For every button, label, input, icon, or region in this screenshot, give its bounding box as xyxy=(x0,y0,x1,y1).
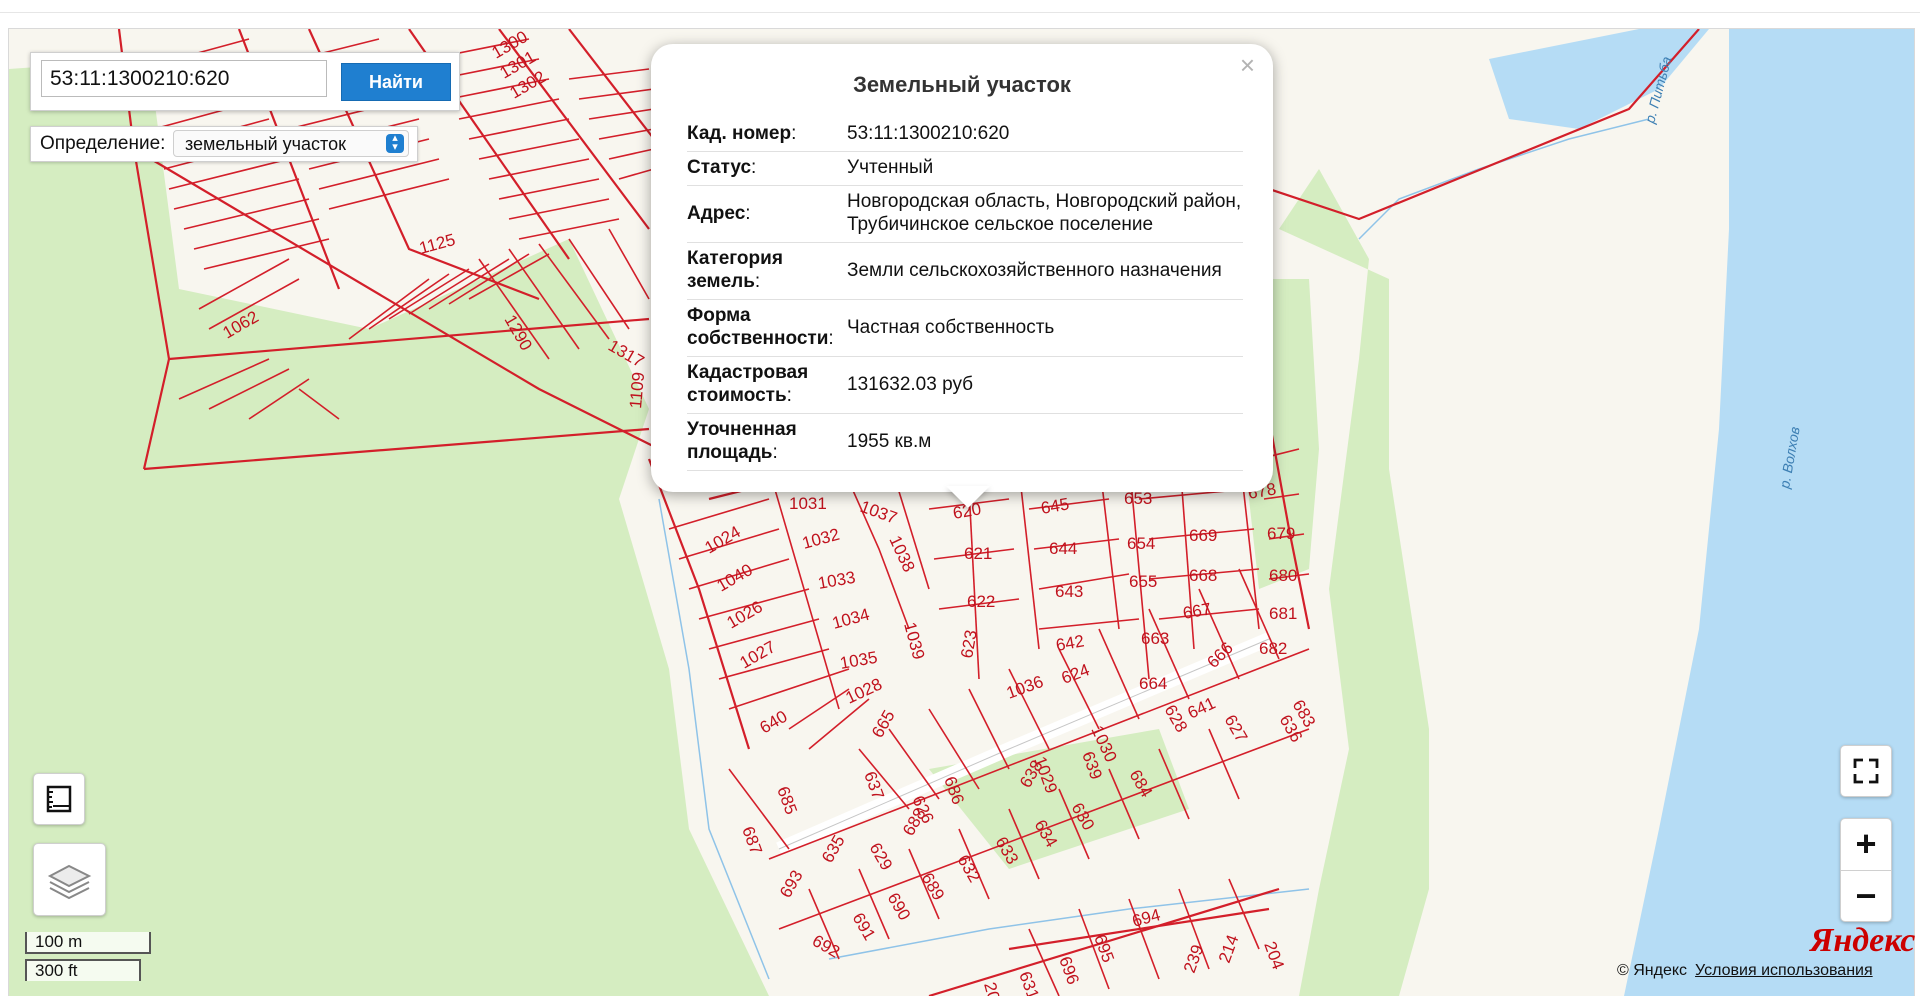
svg-text:1031: 1031 xyxy=(789,494,827,513)
select-arrows-icon: ▴ ▾ xyxy=(386,133,404,153)
svg-text:681: 681 xyxy=(1269,604,1297,623)
svg-text:655: 655 xyxy=(1129,572,1157,591)
info-row-status: Статус: Учтенный xyxy=(687,151,1243,186)
scale-imperial: 300 ft xyxy=(25,959,141,981)
parcel-info-popup: × Земельный участок Кад. номер: 53:11:13… xyxy=(651,44,1273,492)
layers-icon xyxy=(47,864,92,900)
svg-text:1109: 1109 xyxy=(626,371,648,409)
definition-label: Определение: xyxy=(40,133,166,154)
zoom-in-button[interactable]: + xyxy=(1841,819,1891,871)
info-key: Статус xyxy=(687,157,752,178)
cadastral-search-input[interactable] xyxy=(41,60,327,97)
svg-text:622: 622 xyxy=(967,592,995,611)
info-value: Новгородская область, Новгородский район… xyxy=(843,185,1243,243)
info-value: 131632.03 руб xyxy=(843,356,1243,414)
svg-text:654: 654 xyxy=(1127,534,1155,553)
zoom-out-button[interactable]: − xyxy=(1841,871,1891,922)
fullscreen-button[interactable] xyxy=(1840,745,1892,797)
info-row-address: Адрес: Новгородская область, Новгородски… xyxy=(687,185,1243,243)
info-key: Кад. номер xyxy=(687,123,792,144)
popup-pointer xyxy=(946,486,990,508)
info-row-area: Уточненная площадь: 1955 кв.м xyxy=(687,413,1243,471)
info-row-cadastral-number: Кад. номер: 53:11:1300210:620 xyxy=(687,118,1243,152)
definition-select[interactable]: земельный участок ▴ ▾ xyxy=(173,130,409,157)
info-value: Частная собственность xyxy=(843,299,1243,357)
info-key: Уточненная площадь xyxy=(687,419,797,463)
info-key: Форма собственности xyxy=(687,305,829,349)
svg-text:621: 621 xyxy=(964,544,992,563)
info-value: 53:11:1300210:620 xyxy=(843,118,1243,152)
info-key: Категория земель xyxy=(687,248,783,292)
zoom-control: + − xyxy=(1840,818,1892,922)
info-row-ownership-form: Форма собственности: Частная собственнос… xyxy=(687,299,1243,357)
find-button[interactable]: Найти xyxy=(341,63,451,101)
svg-text:682: 682 xyxy=(1259,639,1287,658)
popup-title: Земельный участок xyxy=(853,72,1071,97)
svg-text:644: 644 xyxy=(1049,539,1077,558)
ruler-icon xyxy=(46,785,72,813)
top-divider xyxy=(0,12,1920,13)
svg-text:663: 663 xyxy=(1141,629,1169,648)
parcel-info-table: Кад. номер: 53:11:1300210:620 Статус: Уч… xyxy=(687,118,1243,471)
definition-panel: Определение: земельный участок ▴ ▾ xyxy=(30,126,418,162)
layers-button[interactable] xyxy=(33,843,106,916)
copyright-text: © Яндекс xyxy=(1617,962,1688,979)
info-value: 1955 кв.м xyxy=(843,413,1243,471)
svg-text:669: 669 xyxy=(1189,526,1217,545)
info-value: Учтенный xyxy=(843,151,1243,186)
ruler-button[interactable] xyxy=(33,773,85,825)
info-value: Земли сельскохозяйственного назначения xyxy=(843,242,1243,300)
svg-text:643: 643 xyxy=(1055,582,1083,601)
info-key: Адрес xyxy=(687,202,746,224)
search-panel: Найти xyxy=(30,52,460,111)
fullscreen-icon xyxy=(1853,758,1879,784)
yandex-logo[interactable]: Яндекс xyxy=(1810,922,1915,960)
info-row-cadastral-value: Кадастровая стоимость: 131632.03 руб xyxy=(687,356,1243,414)
info-row-land-category: Категория земель: Земли сельскохозяйстве… xyxy=(687,242,1243,300)
svg-text:664: 664 xyxy=(1139,674,1167,693)
svg-text:679: 679 xyxy=(1267,524,1295,543)
terms-link[interactable]: Условия использования xyxy=(1695,962,1873,979)
scale-metric: 100 m xyxy=(25,932,151,954)
definition-select-value: земельный участок xyxy=(185,134,346,154)
copyright: © Яндекс Условия использования xyxy=(1617,962,1873,980)
svg-text:668: 668 xyxy=(1189,566,1217,585)
svg-text:680: 680 xyxy=(1269,566,1297,585)
